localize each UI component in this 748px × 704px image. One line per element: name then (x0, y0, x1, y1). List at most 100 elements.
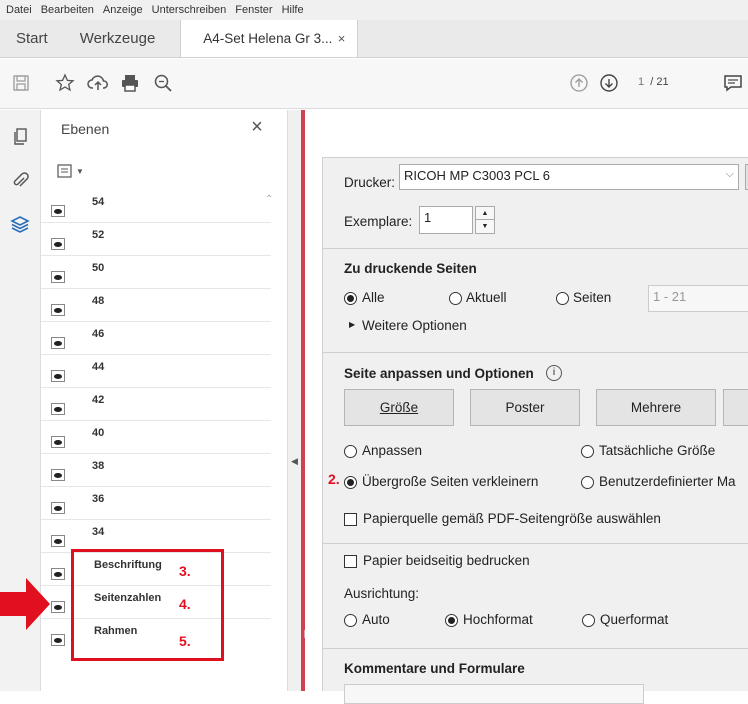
radio-actual-size[interactable] (581, 445, 594, 458)
layer-row[interactable]: 50 (41, 256, 271, 289)
comments-select[interactable] (344, 684, 644, 704)
scroll-up-icon[interactable]: ⌃ (265, 194, 273, 205)
close-icon[interactable]: × (247, 116, 267, 139)
copies-value: 1 (424, 210, 432, 225)
tab-start[interactable]: Start (0, 20, 64, 57)
expand-triangle-icon[interactable]: ▶ (349, 320, 355, 329)
tab-bar: Start Werkzeuge A4-Set Helena Gr 3... × (0, 20, 748, 58)
eye-icon[interactable] (51, 337, 65, 349)
printer-select[interactable]: RICOH MP C3003 PCL 6 ⌵ (399, 164, 739, 190)
menu-hilfe[interactable]: Hilfe (282, 4, 304, 16)
poster-button-label: Poster (505, 400, 545, 415)
stepper-down-icon[interactable]: ▼ (476, 220, 494, 233)
info-icon[interactable]: i (546, 365, 562, 381)
tab-close-icon[interactable]: × (338, 31, 346, 46)
fit-section (323, 352, 748, 353)
layer-label: 46 (92, 328, 105, 340)
eye-icon[interactable] (51, 370, 65, 382)
radio-custom-scale-label: Benutzerdefinierter Ma (599, 474, 736, 489)
star-icon[interactable] (53, 71, 77, 95)
previous-page-icon[interactable] (567, 71, 591, 95)
layer-row[interactable]: 48 (41, 289, 271, 322)
eye-icon[interactable] (51, 205, 65, 217)
size-button[interactable]: Größe (344, 389, 454, 426)
copies-input[interactable]: 1 (419, 206, 473, 234)
comments-heading: Kommentare und Formulare (344, 661, 525, 676)
eye-icon[interactable] (51, 601, 65, 613)
radio-orientation-auto[interactable] (344, 614, 357, 627)
radio-fit[interactable] (344, 445, 357, 458)
pages-range-value: 1 - 21 (653, 289, 687, 304)
menu-datei[interactable]: Datei (6, 4, 32, 16)
layer-row[interactable]: 40 (41, 421, 271, 454)
layers-options-dropdown[interactable]: ▼ (57, 160, 97, 182)
eye-icon[interactable] (51, 271, 65, 283)
attachment-icon[interactable] (9, 170, 31, 192)
layer-row[interactable]: 54 (41, 190, 271, 223)
next-page-icon[interactable] (597, 71, 621, 95)
poster-button[interactable]: Poster (470, 389, 580, 426)
radio-orientation-landscape[interactable] (582, 614, 595, 627)
menu-fenster[interactable]: Fenster (235, 4, 272, 16)
page-current-input[interactable]: 1 (638, 76, 644, 88)
more-options-link[interactable]: Weitere Optionen (362, 318, 467, 333)
collapse-panel-icon[interactable]: ◀ (291, 456, 298, 467)
eye-icon[interactable] (51, 634, 65, 646)
eye-icon[interactable] (51, 535, 65, 547)
tab-document[interactable]: A4-Set Helena Gr 3... × (180, 20, 359, 57)
layer-row[interactable]: 42 (41, 388, 271, 421)
layer-row[interactable]: 44 (41, 355, 271, 388)
layer-label: 38 (92, 460, 105, 472)
checkbox-duplex[interactable] (344, 555, 357, 568)
radio-actual-size-label: Tatsächliche Größe (599, 443, 716, 458)
menu-unterschreiben[interactable]: Unterschreiben (152, 4, 227, 16)
layer-row[interactable]: 36 (41, 487, 271, 520)
booklet-button[interactable] (723, 389, 748, 426)
pages-thumbnail-icon[interactable] (9, 126, 31, 148)
menu-bearbeiten[interactable]: Bearbeiten (41, 4, 94, 16)
layer-label: 54 (92, 196, 105, 208)
menu-bar: Datei Bearbeiten Anzeige Unterschreiben … (0, 0, 748, 20)
layer-label: 36 (92, 493, 105, 505)
eye-icon[interactable] (51, 469, 65, 481)
save-icon[interactable] (9, 71, 33, 95)
radio-custom-scale[interactable] (581, 476, 594, 489)
tab-tools[interactable]: Werkzeuge (64, 20, 181, 57)
zoom-search-icon[interactable] (151, 71, 175, 95)
eye-icon[interactable] (51, 238, 65, 250)
size-button-label: Größe (379, 400, 419, 415)
radio-orientation-auto-label: Auto (362, 612, 390, 627)
checkbox-paper-source[interactable] (344, 513, 357, 526)
layer-row[interactable]: 38 (41, 454, 271, 487)
duplex-section (323, 543, 748, 544)
layer-label: 48 (92, 295, 105, 307)
stepper-up-icon[interactable]: ▲ (476, 207, 494, 220)
radio-shrink-oversized[interactable] (344, 476, 357, 489)
eye-icon[interactable] (51, 436, 65, 448)
eye-icon[interactable] (51, 403, 65, 415)
eye-icon[interactable] (51, 568, 65, 580)
layer-row[interactable]: 46 (41, 322, 271, 355)
panel-splitter[interactable]: ◀ (287, 110, 301, 691)
print-icon[interactable] (118, 71, 142, 95)
radio-orientation-portrait[interactable] (445, 614, 458, 627)
layer-label: 44 (92, 361, 105, 373)
menu-anzeige[interactable]: Anzeige (103, 4, 143, 16)
radio-pages[interactable] (556, 292, 569, 305)
pages-range-input[interactable]: 1 - 21 (648, 285, 748, 312)
upload-cloud-icon[interactable] (86, 71, 110, 95)
eye-icon[interactable] (51, 502, 65, 514)
layers-icon[interactable] (9, 213, 31, 235)
layers-scrollbar[interactable]: ⌃ (261, 190, 279, 690)
radio-orientation-portrait-label: Hochformat (463, 612, 533, 627)
orientation-label: Ausrichtung: (344, 586, 420, 601)
comment-icon[interactable] (721, 71, 745, 95)
radio-all[interactable] (344, 292, 357, 305)
multiple-button[interactable]: Mehrere (596, 389, 716, 426)
layer-row[interactable]: 52 (41, 223, 271, 256)
copies-stepper[interactable]: ▲ ▼ (475, 206, 495, 234)
radio-current[interactable] (449, 292, 462, 305)
page-indicator: 1 / 21 (638, 76, 669, 88)
eye-icon[interactable] (51, 304, 65, 316)
comments-section (323, 648, 748, 649)
